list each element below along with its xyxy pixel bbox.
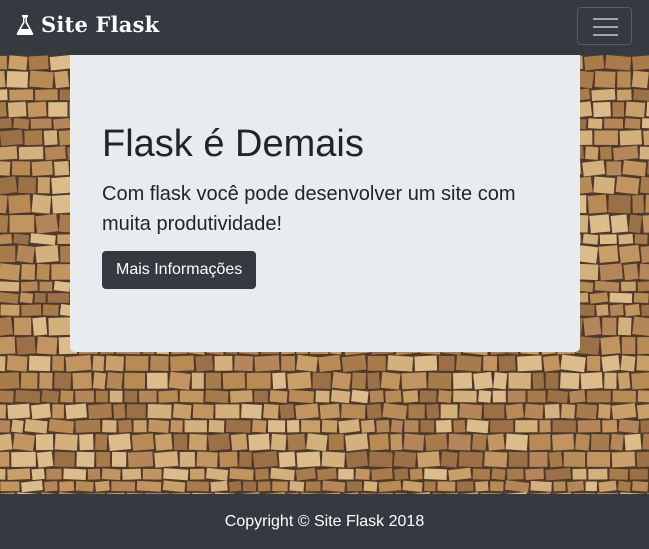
jumbotron-lead: Com flask você pode desenvolver um site … bbox=[102, 183, 516, 235]
jumbotron: Flask é Demais Com flask você pode desen… bbox=[70, 55, 580, 352]
more-info-button[interactable]: Mais Informações bbox=[102, 251, 257, 289]
jumbotron-title: Flask é Demais bbox=[102, 123, 364, 165]
brand-title: Site Flask bbox=[41, 12, 160, 37]
navbar: Site Flask bbox=[0, 0, 649, 55]
hamburger-icon bbox=[593, 17, 618, 37]
footer: Copyright © Site Flask 2018 bbox=[0, 494, 649, 549]
flask-icon bbox=[16, 14, 34, 36]
footer-copyright: Copyright © Site Flask 2018 bbox=[224, 513, 425, 530]
navbar-toggler-button[interactable] bbox=[577, 7, 632, 45]
navbar-brand[interactable]: Site Flask bbox=[16, 12, 159, 37]
hero-section: Flask é Demais Com flask você pode desen… bbox=[0, 55, 649, 494]
